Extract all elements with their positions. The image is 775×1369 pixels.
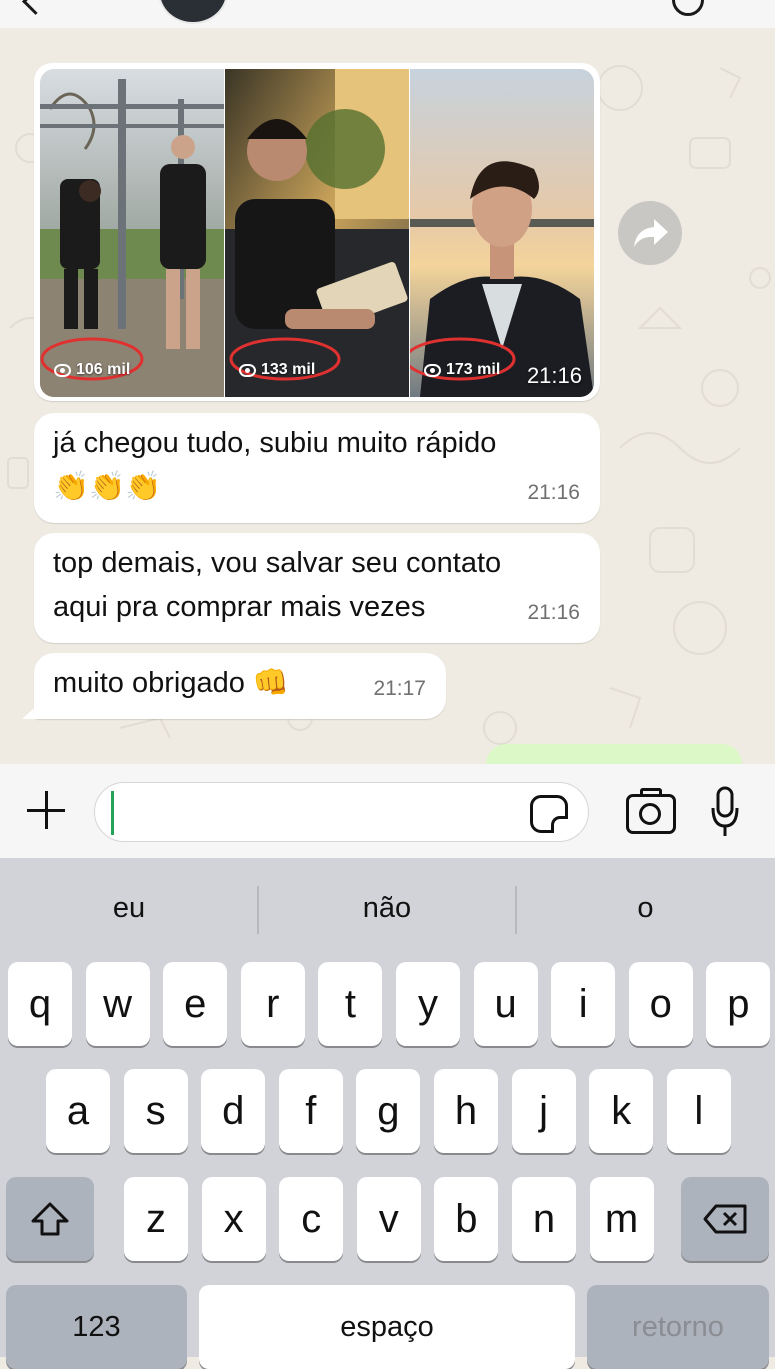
chat-header [0, 0, 775, 28]
key-f[interactable]: f [278, 1069, 343, 1153]
key-s[interactable]: s [123, 1069, 188, 1153]
view-count: 173 mil [424, 361, 500, 379]
backspace-key[interactable] [681, 1177, 769, 1261]
message-text: top demais, vou salvar seu contato aqui … [53, 547, 502, 623]
thumbnail-image-outdoor-gym [40, 69, 224, 397]
key-o[interactable]: o [628, 962, 693, 1046]
eye-icon [239, 363, 256, 377]
microphone-icon[interactable] [710, 786, 740, 844]
numbers-key[interactable]: 123 [6, 1285, 187, 1369]
thumbnail-image-sunset [410, 69, 594, 397]
message-time: 21:16 [527, 481, 580, 504]
key-y[interactable]: y [396, 962, 460, 1046]
camera-icon[interactable] [626, 788, 676, 834]
message-time: 21:16 [526, 363, 582, 388]
key-m[interactable]: m [589, 1177, 654, 1261]
video-thumbnail-1[interactable]: 106 mil [40, 69, 224, 397]
backspace-icon [703, 1204, 747, 1234]
message-text: já chegou tudo, subiu muito rápido 👏👏👏 [53, 427, 497, 503]
key-p[interactable]: p [706, 962, 771, 1046]
message-bubble[interactable]: top demais, vou salvar seu contato aqui … [34, 533, 600, 643]
outgoing-message-bubble[interactable] [486, 744, 742, 764]
suggestion-1[interactable]: eu [0, 858, 258, 958]
key-t[interactable]: t [318, 962, 383, 1046]
key-r[interactable]: r [240, 962, 305, 1046]
sticker-icon[interactable] [530, 795, 568, 833]
video-thumbnail-3[interactable]: 173 mil [410, 69, 594, 397]
chat-area: 106 mil 133 mil 173 mil 21:16 já chegou … [0, 28, 775, 764]
video-thumbnail-2[interactable]: 133 mil [225, 69, 409, 397]
key-k[interactable]: k [589, 1069, 654, 1153]
text-cursor [111, 791, 114, 835]
back-icon[interactable] [22, 0, 49, 15]
media-album-bubble[interactable]: 106 mil 133 mil 173 mil 21:16 [34, 63, 600, 401]
message-bubble[interactable]: já chegou tudo, subiu muito rápido 👏👏👏 2… [34, 413, 600, 523]
message-text: muito obrigado 👊 [53, 667, 290, 699]
message-input-bar [0, 764, 775, 858]
avatar[interactable] [158, 0, 228, 24]
call-icon[interactable] [672, 0, 704, 16]
key-u[interactable]: u [473, 962, 538, 1046]
key-q[interactable]: q [8, 962, 72, 1046]
key-v[interactable]: v [356, 1177, 421, 1261]
key-j[interactable]: j [511, 1069, 576, 1153]
return-key[interactable]: retorno [587, 1285, 769, 1369]
forward-button[interactable] [618, 201, 682, 265]
message-input[interactable] [94, 782, 589, 842]
key-c[interactable]: c [279, 1177, 344, 1261]
eye-icon [424, 363, 441, 377]
view-count: 133 mil [239, 361, 315, 379]
message-time: 21:17 [373, 677, 426, 700]
key-n[interactable]: n [512, 1177, 576, 1261]
key-g[interactable]: g [356, 1069, 421, 1153]
eye-icon [54, 363, 71, 377]
key-z[interactable]: z [124, 1177, 188, 1261]
keyboard: eu não o qwertyuiop asdfghjkl zxcvbnm 12… [0, 858, 775, 1369]
key-b[interactable]: b [434, 1177, 499, 1261]
key-h[interactable]: h [434, 1069, 498, 1153]
shift-key[interactable] [6, 1177, 94, 1261]
key-d[interactable]: d [201, 1069, 266, 1153]
forward-icon [634, 219, 668, 247]
suggestion-3[interactable]: o [516, 858, 775, 958]
shift-icon [31, 1202, 69, 1236]
space-key[interactable]: espaço [199, 1285, 575, 1369]
key-l[interactable]: l [666, 1069, 731, 1153]
suggestion-2[interactable]: não [258, 858, 516, 958]
key-w[interactable]: w [85, 962, 150, 1046]
thumbnail-image-reading [225, 69, 409, 397]
plus-icon[interactable] [27, 791, 65, 829]
key-e[interactable]: e [163, 962, 228, 1046]
message-bubble[interactable]: muito obrigado 👊 21:17 [22, 653, 446, 719]
key-a[interactable]: a [46, 1069, 110, 1153]
key-x[interactable]: x [201, 1177, 266, 1261]
view-count: 106 mil [54, 361, 130, 379]
message-time: 21:16 [527, 601, 580, 624]
key-i[interactable]: i [551, 962, 616, 1046]
